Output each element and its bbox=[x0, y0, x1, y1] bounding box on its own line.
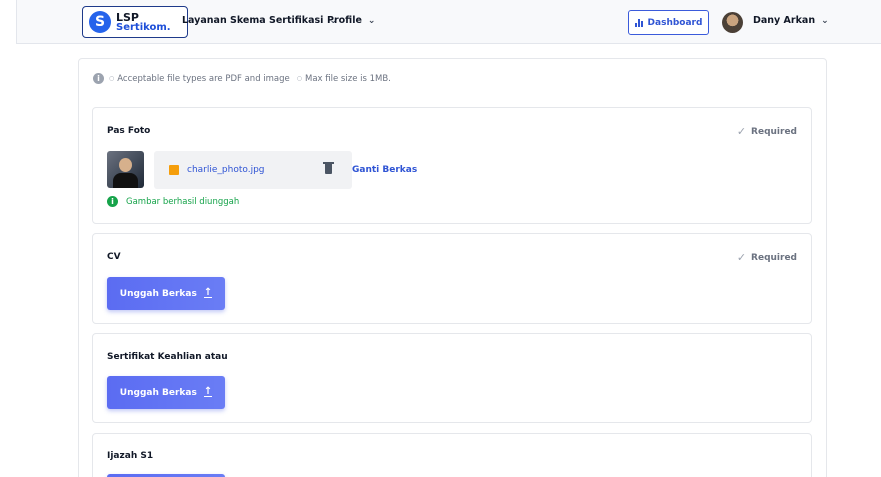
check-icon: ✓ bbox=[736, 125, 747, 138]
success-text: Gambar berhasil diunggah bbox=[126, 196, 240, 207]
section-title: Pas Foto bbox=[107, 126, 151, 136]
logo-text: LSP Sertikom. bbox=[116, 12, 171, 33]
info-icon: i bbox=[107, 196, 118, 207]
file-name[interactable]: charlie_photo.jpg bbox=[187, 165, 265, 175]
logo-line2: Sertikom. bbox=[116, 21, 171, 33]
brand-logo[interactable]: S LSP Sertikom. bbox=[82, 6, 188, 38]
bullet-icon: ○ bbox=[296, 75, 303, 82]
section-title: Ijazah S1 bbox=[107, 451, 154, 461]
user-name: Dany Arkan bbox=[753, 15, 816, 26]
required-indicator: ✓ Required bbox=[737, 251, 797, 264]
upload-icon: ↑ bbox=[203, 287, 213, 298]
check-icon: ✓ bbox=[736, 251, 747, 264]
nav-label: Layanan Skema Sertifikasi bbox=[182, 15, 324, 26]
top-navbar: S LSP Sertikom. bbox=[16, 0, 881, 44]
file-requirements-notice: i ○ Acceptable file types are PDF and im… bbox=[93, 73, 391, 84]
user-menu[interactable]: Dany Arkan ⌄ bbox=[753, 15, 829, 26]
upload-file-button[interactable]: Unggah Berkas ↑ bbox=[107, 277, 225, 310]
section-title: CV bbox=[107, 252, 121, 262]
image-file-icon bbox=[169, 165, 179, 175]
upload-label: Unggah Berkas bbox=[119, 288, 197, 299]
bullet-icon: ○ bbox=[109, 75, 115, 82]
section-pas-foto: Pas Foto ✓ Required charlie_photo.jpg Ga… bbox=[92, 107, 812, 224]
upload-label: Unggah Berkas bbox=[119, 387, 197, 398]
logo-line1: LSP bbox=[116, 10, 139, 24]
required-label: Required bbox=[751, 252, 797, 263]
dashboard-button[interactable]: Dashboard bbox=[628, 10, 709, 35]
logo-mark-icon: S bbox=[89, 11, 111, 33]
uploaded-file: charlie_photo.jpg bbox=[154, 151, 352, 189]
trash-icon[interactable] bbox=[323, 162, 334, 174]
upload-success-message: i Gambar berhasil diunggah bbox=[107, 196, 239, 207]
bar-chart-icon bbox=[634, 18, 643, 27]
upload-file-button[interactable]: Unggah Berkas ↑ bbox=[107, 376, 225, 409]
notice-item: Max file size is 1MB. bbox=[305, 73, 391, 84]
required-indicator: ✓ Required bbox=[737, 125, 797, 138]
section-sertifikat-keahlian: Sertifikat Keahlian atau Unggah Berkas ↑ bbox=[92, 333, 812, 423]
chevron-down-icon: ⌄ bbox=[367, 15, 376, 26]
nav-layanan-skema-sertifikasi[interactable]: Layanan Skema Sertifikasi ⌄ bbox=[182, 15, 337, 26]
nav-label: Profile bbox=[327, 15, 362, 26]
section-cv: CV ✓ Required Unggah Berkas ↑ bbox=[92, 233, 812, 324]
info-icon: i bbox=[93, 73, 104, 84]
required-label: Required bbox=[751, 126, 797, 137]
upload-icon: ↑ bbox=[203, 386, 213, 397]
section-title: Sertifikat Keahlian atau bbox=[107, 352, 228, 362]
dashboard-label: Dashboard bbox=[647, 17, 703, 28]
section-ijazah-s1: Ijazah S1 bbox=[92, 433, 812, 477]
notice-item: Acceptable file types are PDF and image bbox=[117, 73, 290, 84]
change-file-link[interactable]: Ganti Berkas bbox=[352, 165, 417, 175]
photo-thumbnail bbox=[107, 151, 144, 188]
nav-profile[interactable]: Profile ⌄ bbox=[327, 15, 375, 26]
chevron-down-icon: ⌄ bbox=[821, 15, 829, 26]
avatar[interactable] bbox=[722, 12, 743, 33]
